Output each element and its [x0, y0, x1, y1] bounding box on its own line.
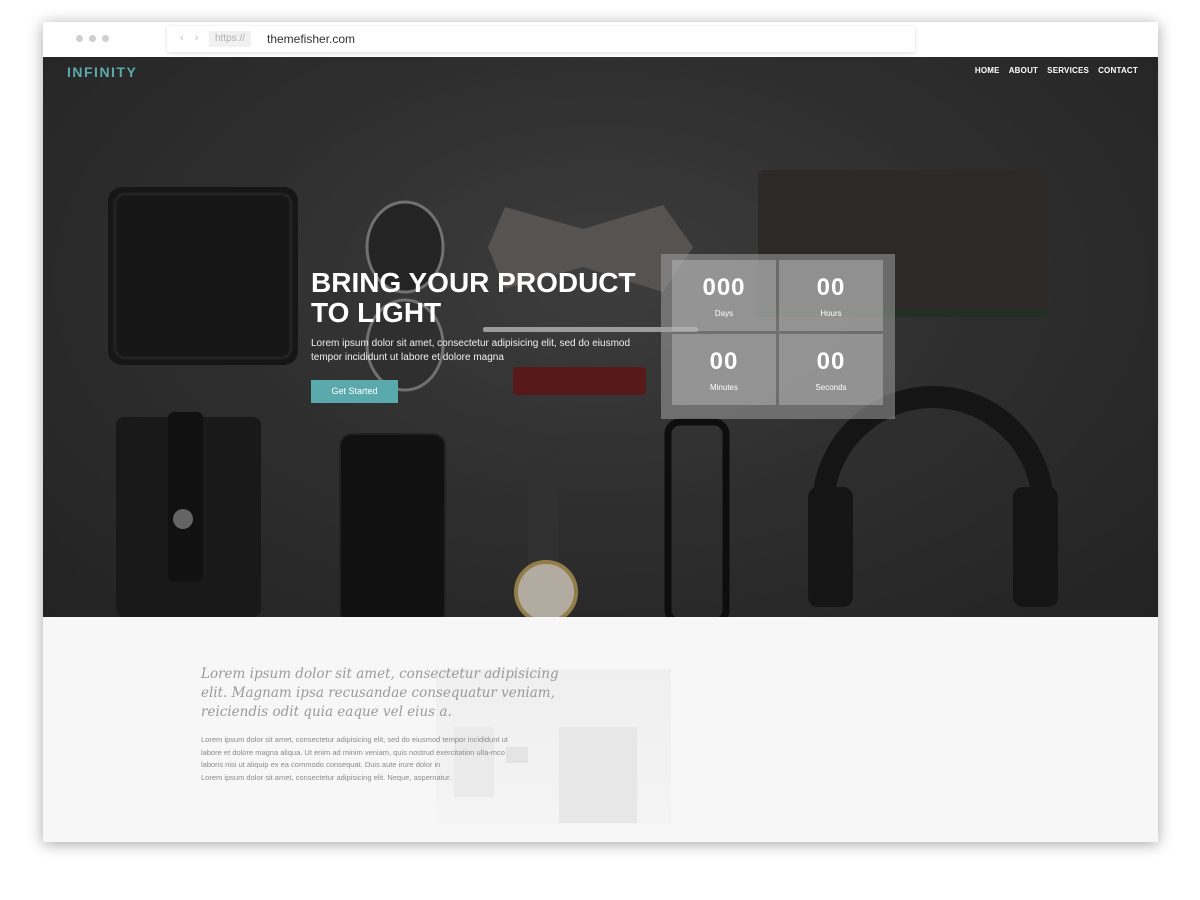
close-dot-icon[interactable] — [76, 35, 83, 42]
countdown-timer: 000 Days 00 Hours 00 Minutes 00 Seconds — [661, 254, 895, 419]
countdown-days: 000 Days — [672, 260, 776, 331]
intro-section: Lorem ipsum dolor sit amet, consectetur … — [43, 617, 1158, 842]
hours-value: 00 — [816, 274, 846, 301]
countdown-seconds: 00 Seconds — [779, 334, 883, 405]
intro-quote: Lorem ipsum dolor sit amet, consectetur … — [201, 665, 561, 722]
minutes-value: 00 — [709, 348, 739, 375]
quote-line-1: Lorem ipsum dolor sit amet, consectetur … — [201, 666, 559, 682]
hero-headline: BRING YOUR PRODUCT TO LIGHT — [311, 268, 651, 328]
maximize-dot-icon[interactable] — [102, 35, 109, 42]
hero-section: INFINITY HOME ABOUT SERVICES CONTACT BRI… — [43, 57, 1158, 617]
subtext-line-1: Lorem ipsum dolor sit amet, consectetur … — [311, 338, 631, 349]
minimize-dot-icon[interactable] — [89, 35, 96, 42]
browser-toolbar: ‹ › https:// themefisher.com — [43, 22, 1158, 57]
headline-line-1: BRING YOUR PRODUCT — [311, 267, 636, 298]
days-label: Days — [714, 309, 734, 318]
seconds-value: 00 — [816, 348, 846, 375]
hero-subtext: Lorem ipsum dolor sit amet, consectetur … — [311, 337, 651, 365]
quote-line-2: elit. Magnam ipsa recusandae consequatur… — [201, 685, 555, 701]
quote-line-3: reiciendis odit quia eaque vel eius a. — [201, 704, 452, 720]
back-forward-icon[interactable]: ‹ › — [180, 32, 202, 44]
countdown-minutes: 00 Minutes — [672, 334, 776, 405]
nav-contact[interactable]: CONTACT — [1098, 66, 1138, 75]
main-nav: HOME ABOUT SERVICES CONTACT — [975, 66, 1138, 75]
headline-line-2: TO LIGHT — [311, 297, 442, 328]
countdown-hours: 00 Hours — [779, 260, 883, 331]
nav-services[interactable]: SERVICES — [1047, 66, 1089, 75]
seconds-label: Seconds — [815, 383, 847, 392]
site-logo[interactable]: INFINITY — [67, 64, 137, 80]
nav-about[interactable]: ABOUT — [1009, 66, 1038, 75]
url-host[interactable]: themefisher.com — [267, 31, 355, 47]
minutes-label: Minutes — [709, 383, 738, 392]
hours-label: Hours — [820, 309, 842, 318]
nav-home[interactable]: HOME — [975, 66, 1000, 75]
body-line-1: Lorem ipsum dolor sit amet, consectetur … — [201, 735, 508, 744]
days-value: 000 — [702, 274, 746, 301]
get-started-button[interactable]: Get Started — [311, 380, 398, 403]
browser-window: ‹ › https:// themefisher.com INFINITY HO… — [43, 22, 1158, 842]
window-controls — [76, 35, 109, 42]
url-scheme: https:// — [209, 31, 252, 47]
intro-body-text: Lorem ipsum dolor sit amet, consectetur … — [201, 734, 541, 785]
address-bar[interactable]: ‹ › https:// themefisher.com — [167, 26, 915, 52]
body-line-3: laboris nisi ut aliquip ex ea commodo co… — [201, 760, 441, 770]
body-line-4: Lorem ipsum dolor sit amet, consectetur … — [201, 773, 452, 783]
body-line-2: labore et dolore magna aliqua. Ut enim a… — [201, 747, 505, 757]
subtext-line-2: tempor incididunt ut labore et dolore ma… — [311, 352, 504, 363]
